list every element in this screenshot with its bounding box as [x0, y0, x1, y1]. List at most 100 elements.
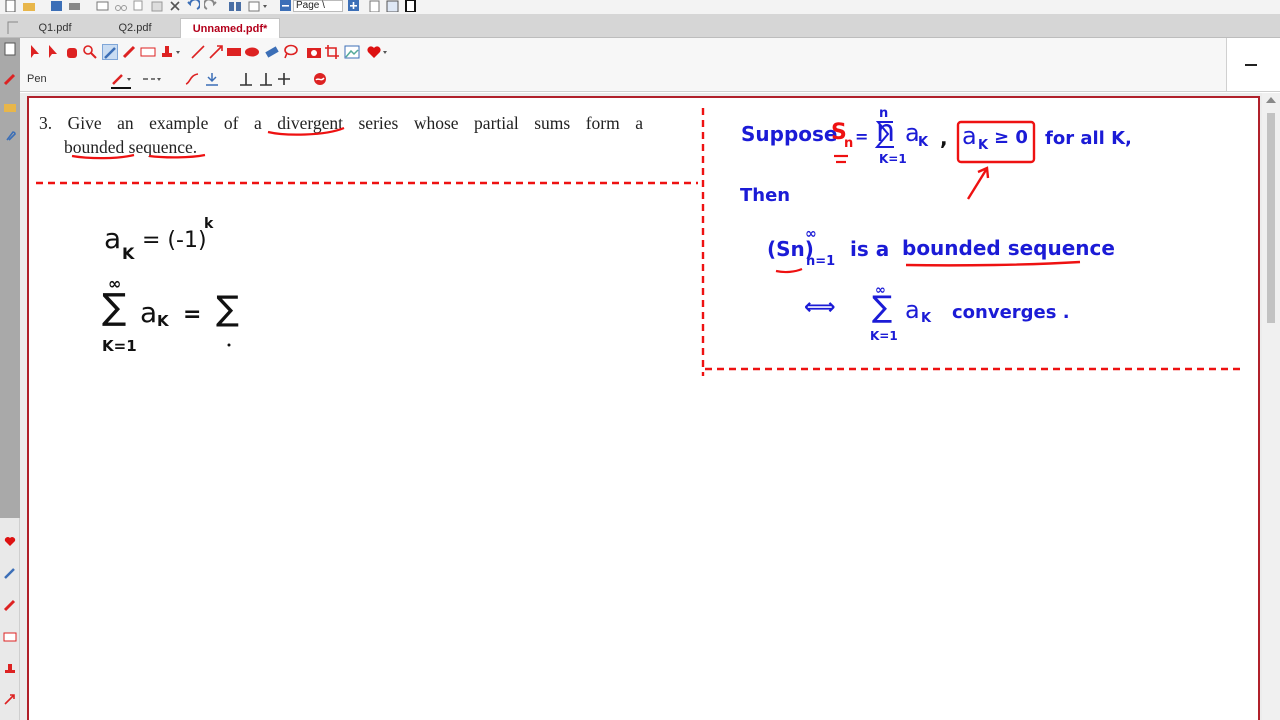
crop-icon[interactable]: [324, 44, 340, 60]
favorites-dropdown-icon[interactable]: [366, 44, 390, 60]
fit-width-icon[interactable]: [386, 0, 400, 12]
zoom-in-icon[interactable]: [348, 0, 360, 12]
ink-seq-sub: n=1: [806, 254, 836, 269]
snap-vertical-icon[interactable]: [258, 71, 274, 87]
redo-icon[interactable]: [204, 0, 218, 12]
ink-iff: ⟺: [804, 295, 836, 320]
problem-word: of: [223, 113, 239, 133]
problem-number: 3.: [39, 113, 53, 133]
ink-converges: converges .: [952, 302, 1070, 323]
email-icon[interactable]: [96, 0, 110, 12]
snap-cross-icon[interactable]: [276, 71, 292, 87]
vertical-scrollbar[interactable]: [1262, 93, 1280, 720]
image-icon[interactable]: [344, 44, 360, 60]
pen-blue-icon[interactable]: [3, 566, 17, 580]
ink-sum-body-sub: K: [157, 312, 169, 330]
ink-equals: =: [183, 302, 202, 327]
document-tab-strip: Q1.pdf Q2.pdf Unnamed.pdf*: [0, 14, 1280, 38]
pen-color-dropdown-icon[interactable]: [110, 71, 136, 89]
favorite-heart-icon[interactable]: [3, 534, 17, 548]
ink-boxed-relation: ≥ 0: [994, 127, 1028, 148]
ink-then: Then: [740, 185, 791, 206]
problem-word: Give: [67, 113, 102, 133]
line-style-dropdown-icon[interactable]: [142, 71, 164, 87]
ink-s-sub: n: [844, 136, 854, 151]
scroll-up-arrow-icon[interactable]: [1266, 97, 1276, 103]
problem-word: partial: [474, 113, 519, 133]
tab-q2[interactable]: Q2.pdf: [100, 18, 170, 38]
rectangle-tool-icon[interactable]: [226, 44, 242, 60]
cut-icon[interactable]: [114, 0, 128, 12]
ink-sum-bottom-blue: K=1: [879, 152, 907, 166]
ink-is-a: is a: [850, 237, 890, 261]
tab-unnamed[interactable]: Unnamed.pdf*: [180, 18, 280, 38]
text-tool-icon[interactable]: [140, 44, 156, 60]
page-thumbnail-icon[interactable]: [3, 42, 17, 56]
tab-label: Unnamed.pdf*: [192, 23, 268, 35]
ink-sum-body: a: [140, 296, 158, 329]
camera-icon[interactable]: [306, 44, 322, 60]
arrow-tool-icon[interactable]: [3, 692, 17, 706]
zoom-icon[interactable]: [82, 44, 98, 60]
ink-sum-bottom: K=1: [102, 337, 137, 355]
problem-statement: 3. Give an example of a divergent series…: [39, 111, 643, 159]
collapse-ribbon-button[interactable]: [1245, 64, 1257, 66]
ink-bounded-sequence: bounded sequence: [902, 236, 1115, 260]
ink-equals-blue: =: [855, 127, 869, 146]
single-page-icon[interactable]: [368, 0, 382, 12]
pen-icon[interactable]: [3, 72, 17, 86]
attachment-icon[interactable]: [3, 128, 17, 142]
ink-seq-sup: ∞: [805, 226, 817, 242]
undo-icon[interactable]: [186, 0, 200, 12]
pen-tool-icon[interactable]: [102, 44, 118, 60]
problem-word: a: [635, 113, 643, 133]
arrow-line-icon[interactable]: [208, 44, 224, 60]
problem-word: sums: [534, 113, 571, 133]
select-arrow-icon[interactable]: [28, 44, 44, 60]
pressure-icon[interactable]: [204, 71, 220, 87]
view-mode-dropdown-icon[interactable]: [248, 0, 270, 12]
ink-sum-body-sub-blue: K: [918, 135, 929, 150]
problem-word: whose: [413, 113, 459, 133]
problem-line-2: bounded sequence.: [64, 137, 198, 157]
ellipse-tool-icon[interactable]: [244, 44, 260, 60]
save-icon[interactable]: [50, 0, 64, 12]
pdf-page[interactable]: [27, 96, 1260, 720]
zoom-out-icon[interactable]: [280, 0, 292, 12]
annotation-ribbon: Pen: [20, 38, 1226, 92]
copy-icon[interactable]: [132, 0, 146, 12]
zoom-mode-dropdown[interactable]: Page \: [293, 0, 343, 12]
highlighter-tool-icon[interactable]: [122, 44, 138, 60]
scroll-thumb[interactable]: [1267, 113, 1275, 323]
stamp-dropdown-icon[interactable]: [160, 44, 184, 60]
binoculars-icon[interactable]: [228, 0, 242, 12]
stamp-icon[interactable]: [3, 662, 17, 676]
open-folder-icon[interactable]: [22, 0, 36, 12]
problem-word: an: [117, 113, 134, 133]
lasso-icon[interactable]: [282, 44, 298, 60]
hand-icon[interactable]: [64, 44, 80, 60]
problem-word: series: [358, 113, 399, 133]
snap-horizontal-icon[interactable]: [238, 71, 254, 87]
ink-suppose: Suppose: [741, 122, 838, 146]
ribbon-side-panel: [1226, 38, 1280, 92]
smooth-stroke-icon[interactable]: [184, 71, 200, 87]
eraser-icon[interactable]: [264, 44, 280, 60]
tab-q1[interactable]: Q1.pdf: [20, 18, 90, 38]
text-box-icon[interactable]: [3, 630, 17, 644]
problem-word: form: [585, 113, 620, 133]
problem-word: example: [149, 113, 209, 133]
select-text-icon[interactable]: [46, 44, 62, 60]
new-file-icon[interactable]: [4, 0, 18, 12]
line-tool-icon[interactable]: [190, 44, 206, 60]
ink-style-icon[interactable]: [312, 71, 328, 87]
paste-icon[interactable]: [150, 0, 164, 12]
fullscreen-icon[interactable]: [404, 0, 418, 12]
folder-icon[interactable]: [3, 100, 17, 114]
ink-sum2-body: a: [905, 296, 920, 324]
problem-line-1: 3. Give an example of a divergent series…: [39, 111, 643, 135]
print-icon[interactable]: [68, 0, 82, 12]
highlighter-icon[interactable]: [3, 598, 17, 612]
tab-scroll-icon[interactable]: [6, 18, 20, 36]
delete-icon[interactable]: [168, 0, 182, 12]
